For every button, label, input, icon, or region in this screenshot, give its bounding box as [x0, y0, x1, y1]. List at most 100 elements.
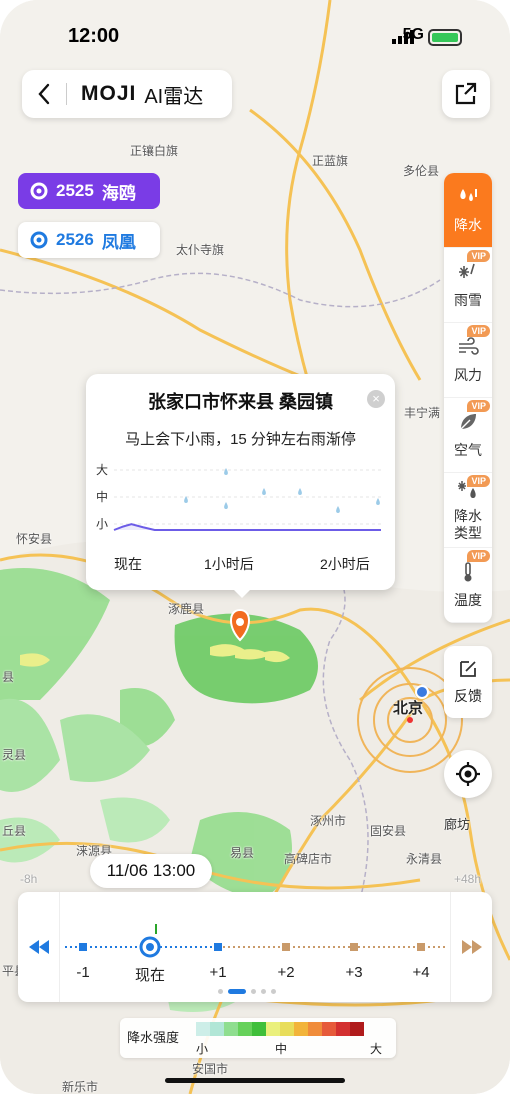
layer-label: 降水 类型 [454, 508, 482, 542]
timeline-current-dot [146, 943, 154, 951]
typhoon-icon [30, 231, 48, 249]
legend-swatch [322, 1022, 336, 1036]
legend-high: 大 [370, 1042, 383, 1056]
precip-chart: 大中小 [96, 463, 381, 531]
layer-label-line2: 类型 [454, 525, 482, 541]
wind-icon [455, 335, 481, 359]
legend-swatch [308, 1022, 322, 1036]
y-level-label: 小 [96, 517, 108, 531]
forecast-text: 马上会下小雨，15 分钟左右雨渐停 [125, 431, 356, 448]
layer-air[interactable]: VIP 空气 [444, 398, 492, 473]
forecast-popup: 张家口市怀来县 桑园镇 × 马上会下小雨，15 分钟左右雨渐停 大中小 现在 1… [86, 374, 395, 590]
chevron-left-icon [38, 83, 50, 105]
layer-precip-type[interactable]: VIP 降水 类型 [444, 473, 492, 548]
close-icon[interactable]: × [367, 390, 385, 408]
share-button[interactable] [442, 70, 490, 118]
map-label: 易县 [230, 846, 255, 860]
legend-color-bar [196, 1022, 364, 1036]
timeline-step [79, 943, 87, 951]
layer-temperature[interactable]: VIP 温度 [444, 548, 492, 623]
timeline-label[interactable]: +3 [329, 964, 379, 981]
typhoon-chip[interactable]: 2525 海鸥 [18, 173, 160, 209]
forward-button[interactable] [450, 892, 492, 1002]
network-type: 5G [402, 26, 424, 43]
leaf-icon [455, 410, 481, 434]
rewind-button[interactable] [18, 892, 60, 1002]
timeline-track[interactable] [60, 892, 450, 962]
layer-label: 降水 [454, 217, 482, 233]
header-bar: MOJI AI雷达 [22, 70, 232, 118]
layer-rain-snow[interactable]: VIP 雨雪 [444, 248, 492, 323]
edit-icon [460, 661, 476, 677]
home-indicator [165, 1078, 345, 1083]
y-level-label: 大 [96, 463, 108, 477]
layer-panel: 降水 VIP 雨雪 VIP 风力 VIP 空气 VIP 降水 类型 VIP 温度 [444, 173, 492, 623]
timeline-step [350, 943, 358, 951]
layer-precipitation[interactable]: 降水 [444, 173, 492, 248]
rain-drop-icon [455, 185, 481, 209]
legend-swatch [294, 1022, 308, 1036]
feedback-button[interactable]: 反馈 [444, 646, 492, 718]
share-icon [455, 82, 477, 105]
rewind-icon [28, 940, 49, 954]
typhoon-number: 2526 [56, 230, 94, 249]
legend-swatch [238, 1022, 252, 1036]
vip-badge: VIP [467, 550, 490, 562]
legend-swatch [252, 1022, 266, 1036]
typhoon-chip[interactable]: 2526 凤凰 [18, 222, 160, 258]
timeline-label[interactable]: +4 [396, 964, 446, 981]
timeline-step [417, 943, 425, 951]
legend-swatch [210, 1022, 224, 1036]
map-label: 多伦县 [403, 164, 440, 178]
layer-label: 风力 [454, 367, 482, 383]
map-label: 县 [2, 670, 15, 684]
map-label: 正镶白旗 [130, 144, 179, 158]
legend-low: 小 [196, 1042, 209, 1056]
map-label: -8h [20, 872, 38, 886]
map-label: 新乐市 [62, 1080, 99, 1094]
raindrop-mark [224, 502, 228, 509]
page-indicator [218, 989, 276, 994]
x-tick: 2小时后 [320, 556, 370, 572]
timeline-label[interactable]: -1 [58, 964, 108, 981]
status-time: 12:00 [68, 25, 120, 47]
thermometer-icon [455, 560, 481, 584]
vip-badge: VIP [467, 250, 490, 262]
popup-tail [232, 588, 252, 598]
layer-label: 雨雪 [454, 292, 482, 308]
timeline[interactable]: -1 现在 +1 +2 +3 +4 [18, 892, 492, 1002]
y-level-label: 中 [96, 489, 108, 504]
raindrop-mark [336, 506, 340, 513]
x-tick: 现在 [114, 556, 142, 572]
timeline-step [282, 943, 290, 951]
vip-badge: VIP [467, 475, 490, 487]
typhoon-name: 凤凰 [101, 232, 136, 252]
back-button[interactable] [22, 70, 66, 118]
timeline-label[interactable]: +2 [261, 964, 311, 981]
map-label: 涿州市 [310, 814, 347, 828]
typhoon-icon [30, 182, 48, 200]
legend-swatch [224, 1022, 238, 1036]
fast-forward-icon [461, 940, 482, 954]
raindrop-mark [262, 488, 266, 495]
divider [66, 83, 67, 105]
legend-mid: 中 [275, 1042, 288, 1056]
legend-swatch [280, 1022, 294, 1036]
map-label: 安国市 [192, 1062, 229, 1076]
layer-label: 温度 [454, 592, 482, 608]
page-title: AI雷达 [144, 85, 204, 108]
radar-time-chip: 11/06 13:00 [90, 854, 212, 888]
location-title: 张家口市怀来县 桑园镇 [148, 392, 333, 412]
map-label: 太仆寺旗 [176, 243, 225, 257]
layer-wind[interactable]: VIP 风力 [444, 323, 492, 398]
map-label: 固安县 [370, 824, 407, 838]
legend-swatch [336, 1022, 350, 1036]
map-label: 永清县 [406, 852, 443, 866]
map-label: 怀安县 [16, 532, 53, 546]
map-label: 灵县 [2, 748, 27, 762]
vip-badge: VIP [467, 400, 490, 412]
timeline-label[interactable]: +1 [193, 964, 243, 981]
timeline-label-current[interactable]: 现在 [125, 964, 175, 985]
locate-button[interactable] [444, 750, 492, 798]
brand-logo: MOJI [81, 82, 137, 105]
